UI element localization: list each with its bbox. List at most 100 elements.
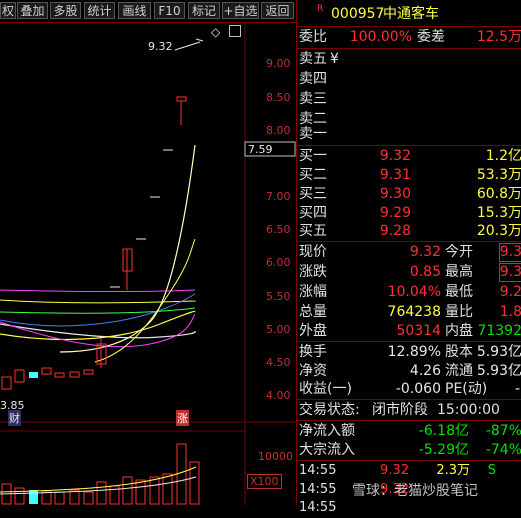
flow-percent: -87%: [485, 423, 521, 439]
bid-volume: 1.2亿: [485, 148, 521, 164]
window-icon[interactable]: [229, 25, 241, 37]
bid-label: 买三: [299, 186, 327, 202]
tag-limit-up: 涨: [176, 410, 189, 426]
bid-volume: 20.3万: [476, 223, 521, 239]
price-axis-label: 9.00: [266, 57, 291, 70]
trade-status-label: 交易状态:: [299, 402, 360, 418]
quote-label: 现价: [299, 244, 327, 260]
bid-level: 买五 9.28 20.3万: [297, 221, 521, 241]
quote-value: 9.32: [409, 244, 441, 260]
tick-time: 14:55: [299, 482, 337, 497]
quote-value: 9.2: [499, 284, 521, 300]
quote-label: 量比: [445, 304, 473, 320]
flow-value: -5.29亿: [418, 442, 469, 458]
quote-value: 0.85: [409, 264, 441, 280]
toolbar-button-quan[interactable]: 权: [0, 2, 16, 19]
quote-row: 涨幅 10.04% 最低 9.2: [297, 282, 521, 302]
fund-value: 5.93亿: [476, 344, 521, 360]
volume-unit-badge: X100: [247, 474, 282, 489]
bid-label: 买四: [299, 205, 327, 221]
tick-row: 14:55: [297, 498, 521, 518]
bid-volume: 15.3万: [476, 205, 521, 221]
ask-level: 卖五 ¥: [297, 49, 521, 69]
tick-row: 14:55 9.32 2.3万 S: [297, 461, 521, 481]
toolbar-button-multi[interactable]: 多股: [50, 2, 81, 19]
flow-row: 净流入额 -6.18亿 -87%: [297, 421, 521, 441]
high-price-box: [499, 263, 521, 282]
fund-row: 净资 4.26 流通 5.93亿: [297, 361, 521, 381]
weicha-label: 委差: [417, 29, 445, 45]
price-axis-label: 7.00: [266, 190, 291, 203]
bid-volume: 60.8万: [476, 186, 521, 202]
toolbar-button-back[interactable]: 返回: [261, 2, 294, 19]
quote-value: 764238: [387, 304, 441, 320]
fund-value: -: [514, 381, 520, 397]
quote-label: 最高: [445, 264, 473, 280]
quote-label: 最低: [445, 284, 473, 300]
toolbar-button-f10[interactable]: F10: [154, 2, 185, 19]
quote-value: 10.04%: [387, 284, 441, 300]
fund-value: 4.26: [409, 363, 441, 379]
fund-label: 净资: [299, 363, 327, 379]
fund-label: PE(动): [445, 381, 488, 397]
flow-row: 大宗流入 -5.29亿 -74%: [297, 440, 521, 460]
trade-status-row: 交易状态: 闭市阶段 15:00:00: [297, 400, 521, 420]
quote-label: 涨幅: [299, 284, 327, 300]
ask-price: ¥: [330, 51, 339, 67]
ask-label: 卖三: [299, 91, 327, 107]
toolbar-button-stats[interactable]: 统计: [84, 2, 115, 19]
bid-level: 买二 9.31 53.3万: [297, 165, 521, 185]
quote-label: 内盘: [445, 323, 473, 339]
weibi-label: 委比: [299, 29, 327, 45]
diamond-icon[interactable]: ◇: [211, 25, 220, 39]
weibi-value: 100.00%: [349, 29, 412, 45]
price-axis-label: 4.00: [266, 389, 291, 402]
bid-price: 9.29: [379, 205, 411, 221]
toolbar-button-overlay[interactable]: 叠加: [17, 2, 48, 19]
quote-label: 外盘: [299, 323, 327, 339]
fund-label: 换手: [299, 344, 327, 360]
stock-code-prefix: R: [317, 4, 324, 14]
quote-panel: R 000957 中通客车 委比 100.00% 委差 12.5万 卖五 ¥ 卖…: [296, 0, 521, 515]
kline-chart[interactable]: 9.32 3.85 ◇ 9.00 8.50 8.00 7.59 7.00 6.5…: [0, 22, 296, 505]
toolbar-button-mark[interactable]: 标记: [188, 2, 220, 19]
quote-row: 外盘 50314 内盘 71392: [297, 321, 521, 341]
price-axis-label: 6.00: [266, 256, 291, 269]
ask-level: 卖一: [297, 124, 521, 144]
fund-value: -0.060: [395, 381, 441, 397]
price-axis-label: 4.50: [266, 356, 291, 369]
watermark-text: 雪球：老猫炒股笔记: [352, 483, 478, 499]
quote-label: 今开: [445, 244, 473, 260]
price-axis-label: 6.50: [266, 223, 291, 236]
bid-label: 买二: [299, 167, 327, 183]
fund-value: 12.89%: [387, 344, 441, 360]
weicha-value: 12.5万: [476, 29, 521, 45]
bid-label: 买一: [299, 148, 327, 164]
bid-label: 买五: [299, 223, 327, 239]
quote-value: 50314: [396, 323, 441, 339]
current-price-tag: 7.59: [248, 143, 273, 156]
quote-label: 总量: [299, 304, 327, 320]
bid-volume: 53.3万: [476, 167, 521, 183]
quote-row: 现价 9.32 今开 9.3: [297, 242, 521, 262]
bid-price: 9.31: [379, 167, 411, 183]
tick-time: 14:55: [299, 500, 337, 515]
tick-time: 14:55: [299, 463, 337, 478]
fund-label: 收益(一): [299, 381, 352, 397]
flow-label: 净流入额: [299, 423, 355, 439]
toolbar-button-add-watchlist[interactable]: +自选: [222, 2, 259, 19]
bid-level: 买三 9.30 60.8万: [297, 184, 521, 204]
open-price-box: [499, 243, 521, 262]
chart-toolbar: 权 叠加 多股 统计 画线 F10 标记 +自选 返回: [0, 0, 296, 23]
bid-level: 买四 9.29 15.3万: [297, 203, 521, 223]
tag-financial: 财: [8, 410, 21, 426]
trade-status-value: 闭市阶段: [372, 402, 428, 418]
fund-label: 股本: [445, 344, 473, 360]
stock-name: 中通客车: [383, 6, 439, 22]
fund-label: 流通: [445, 363, 473, 379]
tick-direction: S: [487, 463, 496, 478]
ask-level: 卖四: [297, 69, 521, 89]
toolbar-button-draw[interactable]: 画线: [118, 2, 151, 19]
ask-label: 卖五: [299, 51, 327, 67]
bid-price: 9.32: [379, 148, 411, 164]
